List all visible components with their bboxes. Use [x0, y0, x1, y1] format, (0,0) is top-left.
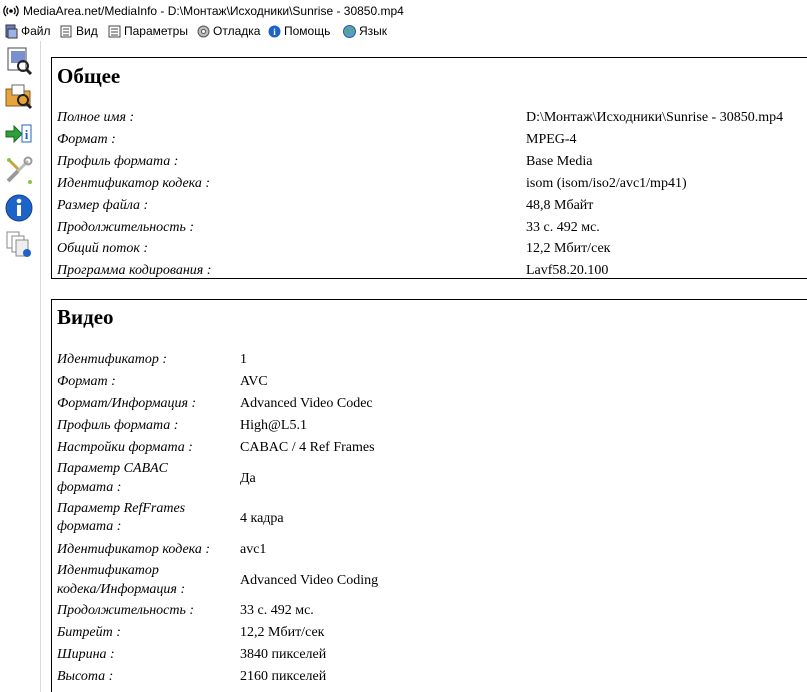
menu-view-label: Вид — [76, 24, 98, 38]
preferences-button[interactable] — [4, 155, 34, 185]
menu-file-label: Файл — [21, 24, 51, 38]
view-mode-icon — [6, 231, 31, 257]
menu-language-label: Язык — [359, 24, 388, 38]
video-heading: Видео — [57, 305, 114, 329]
video-label: формата : — [57, 519, 122, 534]
video-label: Битрейт : — [57, 625, 121, 640]
general-label: Программа кодирования : — [57, 263, 212, 278]
video-label: Формат : — [57, 374, 116, 389]
options-icon — [108, 25, 121, 38]
video-label: Формат/Информация : — [57, 396, 197, 411]
open-folder-icon — [5, 84, 33, 110]
general-label: Размер файла : — [57, 198, 149, 213]
language-icon — [343, 25, 356, 38]
video-value: 1 — [240, 352, 247, 367]
video-label: Параметр RefFrames — [57, 501, 186, 516]
video-value: Advanced Video Codec — [240, 396, 373, 411]
about-button[interactable] — [4, 193, 34, 223]
video-label: формата : — [57, 480, 122, 495]
video-label: Идентификатор — [57, 563, 159, 578]
general-value: Base Media — [526, 154, 593, 169]
general-heading: Общее — [57, 64, 121, 88]
export-button[interactable]: i — [4, 119, 34, 149]
video-label: Профиль формата : — [57, 418, 179, 433]
video-value: 12,2 Мбит/сек — [240, 625, 325, 640]
sidebar-toolbar: i — [0, 41, 41, 692]
general-label: Формат : — [57, 132, 116, 147]
menu-debug-label: Отладка — [213, 24, 261, 38]
general-value: 12,2 Мбит/сек — [526, 241, 611, 256]
view-mode-button[interactable] — [4, 229, 34, 259]
export-icon: i — [5, 124, 32, 144]
general-value: Lavf58.20.100 — [526, 263, 609, 278]
general-value: D:\Монтаж\Исходники\Sunrise - 30850.mp4 — [526, 110, 784, 125]
video-label: Настройки формата : — [57, 440, 193, 455]
video-label: Продолжительность : — [57, 603, 195, 618]
video-value: 3840 пикселей — [240, 647, 327, 662]
video-label: Идентификатор : — [57, 352, 168, 367]
general-label: Продолжительность : — [57, 220, 195, 235]
title-bar: MediaArea.net/MediaInfo - D:\Монтаж\Исхо… — [0, 0, 807, 22]
video-value: 33 с. 492 мс. — [240, 603, 314, 618]
menu-options-label: Параметры — [124, 24, 188, 38]
debug-icon — [197, 25, 210, 38]
video-value: Да — [240, 471, 256, 486]
menu-help-label: Помощь — [284, 24, 331, 38]
preferences-icon — [6, 156, 33, 184]
general-label: Общий поток : — [57, 241, 149, 256]
video-label: кодека/Информация : — [57, 582, 186, 597]
video-label: Параметр CABAC — [57, 461, 169, 476]
general-value: MPEG-4 — [526, 132, 577, 147]
video-value: Advanced Video Coding — [240, 573, 379, 588]
general-label: Профиль формата : — [57, 154, 179, 169]
general-section: Общее Полное имя : D:\Монтаж\Исходники\S… — [51, 57, 807, 279]
info-view: Общее Полное имя : D:\Монтаж\Исходники\S… — [44, 41, 807, 692]
general-value: 48,8 Мбайт — [526, 198, 594, 213]
video-section: Видео Идентификатор : 1 Формат : AVC Фор… — [51, 299, 807, 692]
video-value: 2160 пикселей — [240, 669, 327, 684]
open-folder-button[interactable] — [4, 81, 34, 111]
video-value: AVC — [240, 374, 268, 389]
video-value: High@L5.1 — [240, 418, 307, 433]
general-label: Полное имя : — [57, 110, 135, 125]
open-file-button[interactable] — [4, 45, 34, 76]
general-value: isom (isom/iso2/avc1/mp41) — [526, 176, 687, 191]
help-icon: i — [268, 25, 281, 38]
open-file-icon — [7, 47, 33, 76]
about-icon — [5, 194, 33, 222]
video-value: CABAC / 4 Ref Frames — [240, 440, 375, 455]
mediainfo-app-icon — [3, 5, 19, 17]
general-label: Идентификатор кодека : — [57, 176, 211, 191]
video-value: 4 кадра — [240, 511, 284, 526]
video-label: Высота : — [57, 669, 114, 684]
window-title: MediaArea.net/MediaInfo - D:\Монтаж\Исхо… — [23, 4, 404, 18]
file-icon — [5, 24, 18, 39]
video-label: Ширина : — [57, 647, 115, 662]
svg-text:i: i — [25, 127, 29, 142]
video-label: Идентификатор кодека : — [57, 542, 211, 557]
view-icon — [60, 25, 72, 38]
menu-bar: Файл Вид Параметры Отладка i Помощь Язык — [0, 22, 807, 41]
video-value: avc1 — [240, 542, 267, 557]
general-value: 33 с. 492 мс. — [526, 220, 600, 235]
